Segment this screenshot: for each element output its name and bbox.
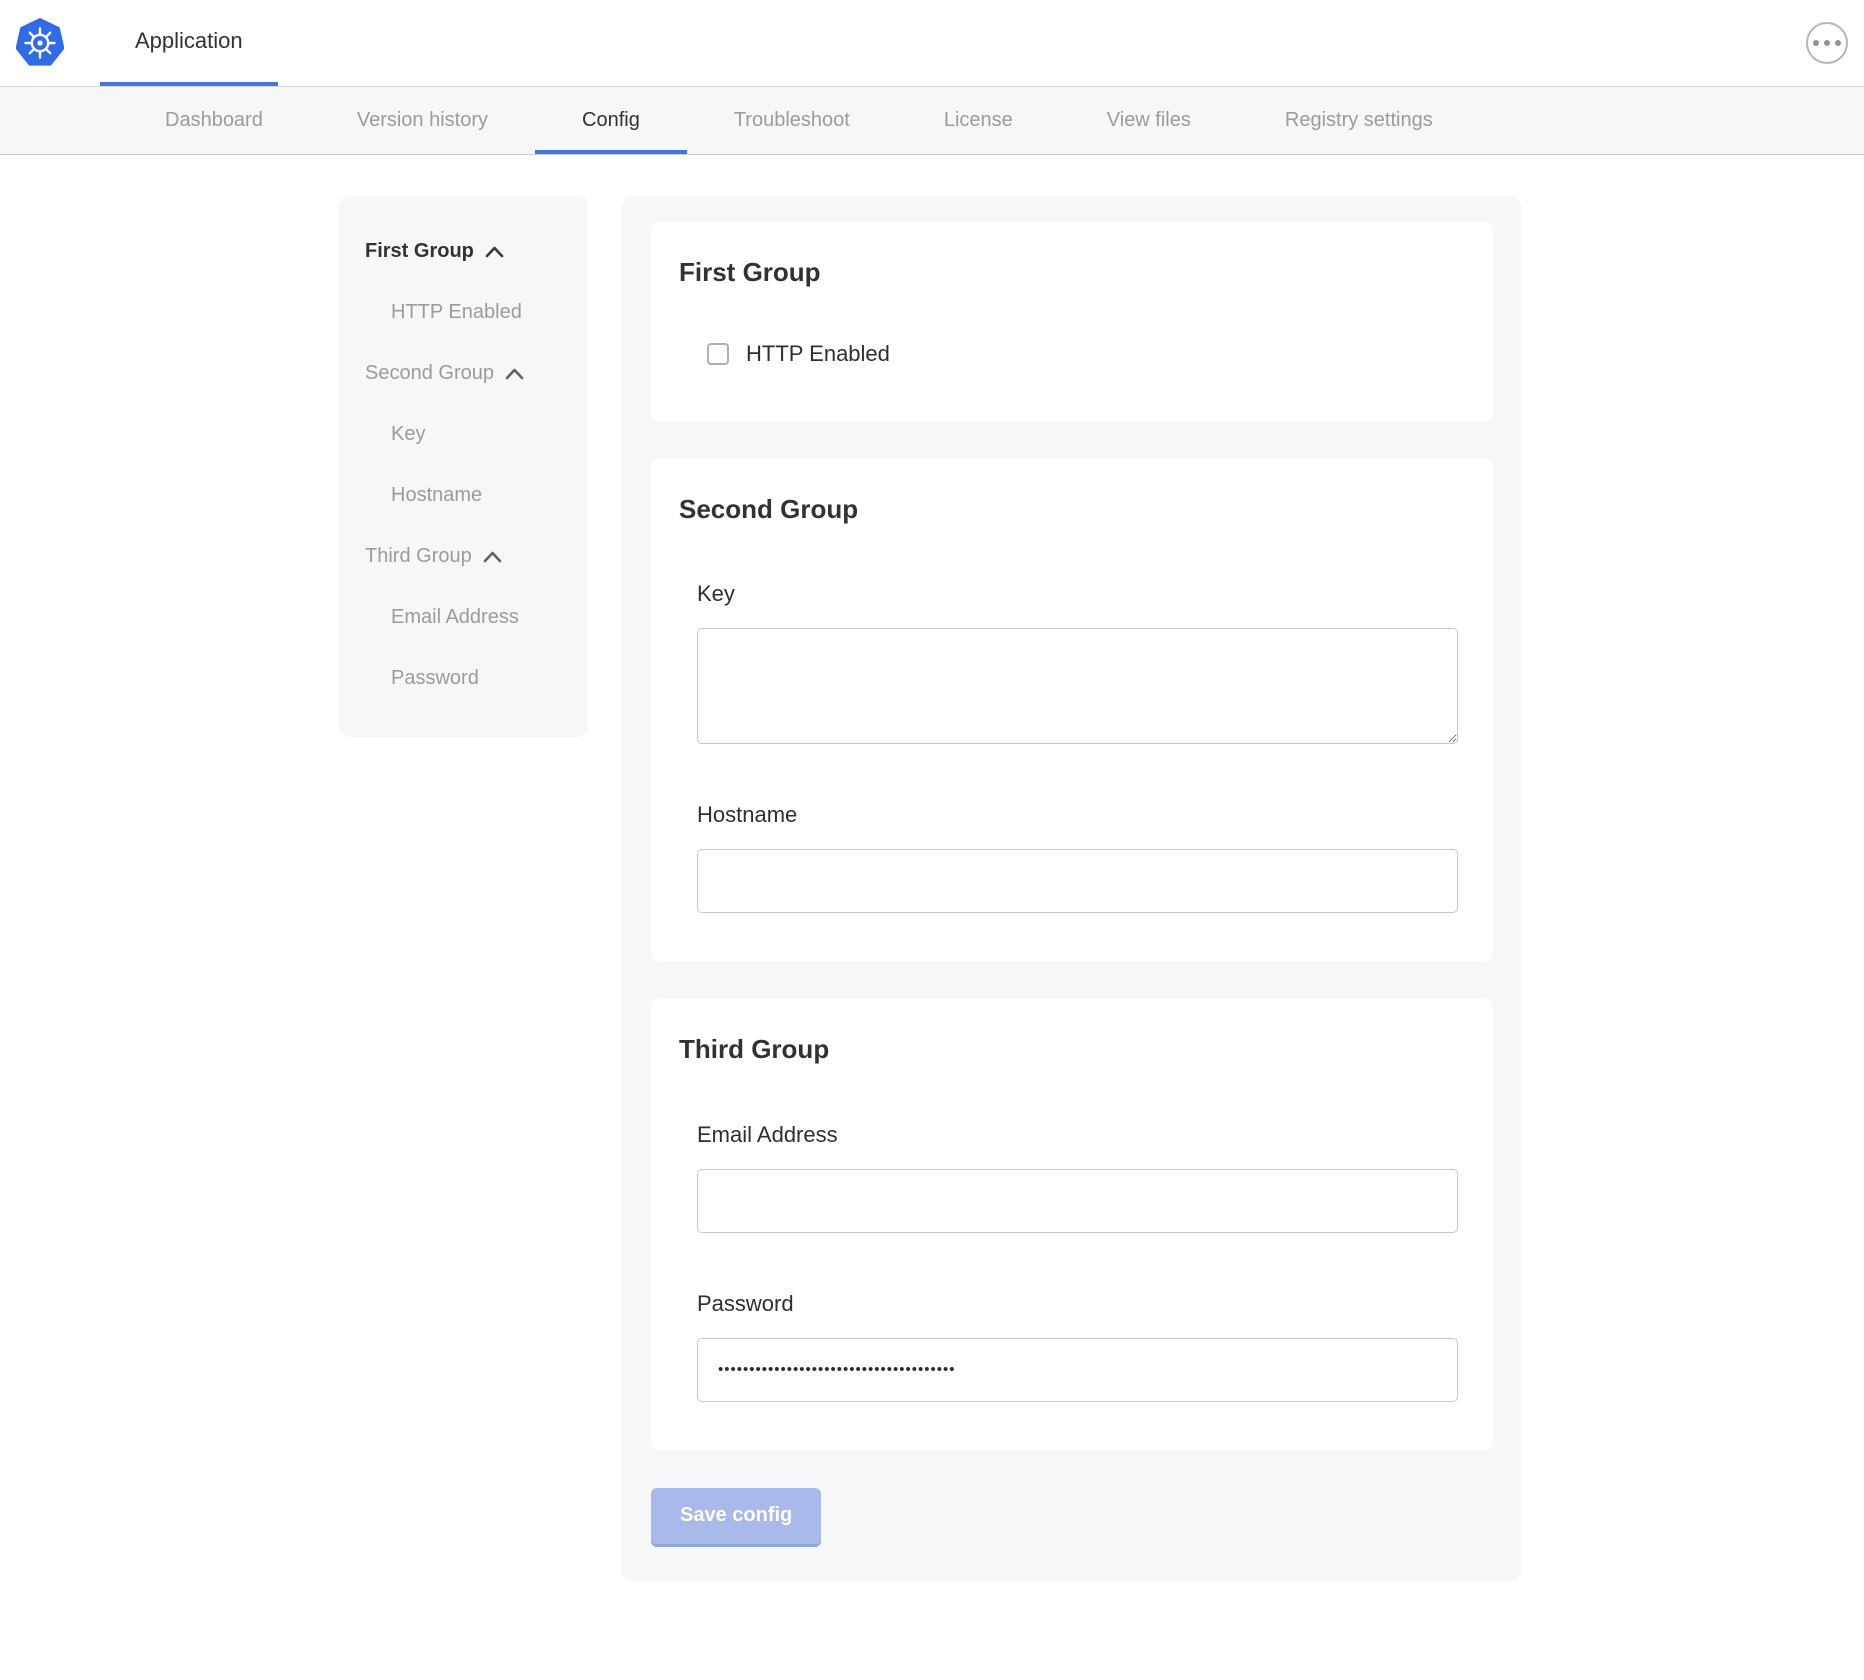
sidebar-item-password[interactable]: Password <box>365 667 570 689</box>
sidebar-group-third-group[interactable]: Third Group <box>365 545 570 567</box>
save-config-button[interactable]: Save config <box>651 1488 821 1544</box>
subnav-tab-view-files[interactable]: View files <box>1060 87 1238 154</box>
field-label: Key <box>697 581 1457 607</box>
sidebar-label: Hostname <box>391 484 482 506</box>
config-cards: First Group HTTP Enabled Second Group Key Ho… <box>651 222 1493 1450</box>
sidebar-item-hostname[interactable]: Hostname <box>365 484 570 506</box>
chevron-up-icon <box>483 551 502 563</box>
sidebar-item-email-address[interactable]: Email Address <box>365 606 570 628</box>
subnav-tab-registry-settings[interactable]: Registry settings <box>1238 87 1480 154</box>
config-group-card-first-group: First Group HTTP Enabled <box>651 222 1493 421</box>
field-label: Password <box>697 1291 1457 1317</box>
config-group-card-second-group: Second Group Key Hostname <box>651 459 1493 962</box>
tab-application[interactable]: Application <box>100 0 278 86</box>
chevron-up-icon <box>505 368 524 380</box>
field-key: Key <box>697 581 1457 744</box>
sidebar-item-http-enabled[interactable]: HTTP Enabled <box>365 301 570 323</box>
sidebar-label: First Group <box>365 240 474 262</box>
content: First Group HTTP Enabled Second Group Key Ho… <box>0 155 1864 1581</box>
tab-application-label: Application <box>135 28 243 54</box>
field-email-address: Email Address <box>697 1122 1457 1233</box>
field-hostname: Hostname <box>697 802 1457 913</box>
overflow-menu-button[interactable] <box>1806 22 1848 64</box>
group-title: Second Group <box>679 495 1457 524</box>
hostname-input[interactable] <box>697 849 1458 913</box>
subnav-tab-config[interactable]: Config <box>535 87 687 154</box>
config-area: First Group HTTP Enabled Second Group Key Ho… <box>622 196 1521 1581</box>
page: Application DashboardVersion historyConf… <box>0 0 1864 1581</box>
sidebar-label: Email Address <box>391 606 519 628</box>
email-address-input[interactable] <box>697 1169 1458 1233</box>
sidebar-label: HTTP Enabled <box>391 301 522 323</box>
sidebar-item-key[interactable]: Key <box>365 423 570 445</box>
subnav: DashboardVersion historyConfigTroublesho… <box>0 86 1864 155</box>
field-label: Email Address <box>697 1122 1457 1148</box>
sidebar-label: Third Group <box>365 545 472 567</box>
field-password: Password <box>697 1291 1457 1402</box>
group-title: Third Group <box>679 1035 1457 1064</box>
app-header: Application <box>0 0 1864 86</box>
key-textarea[interactable] <box>697 628 1458 744</box>
sidebar-label: Key <box>391 423 425 445</box>
subnav-tab-version-history[interactable]: Version history <box>310 87 535 154</box>
sidebar-label: Password <box>391 667 479 689</box>
password-input[interactable] <box>697 1338 1458 1402</box>
http-enabled-checkbox[interactable] <box>707 343 729 365</box>
ellipsis-icon <box>1813 40 1819 46</box>
sidebar-group-second-group[interactable]: Second Group <box>365 362 570 384</box>
sidebar-label: Second Group <box>365 362 494 384</box>
chevron-up-icon <box>485 246 504 258</box>
sidebar-group-first-group[interactable]: First Group <box>365 240 570 262</box>
field-label: Hostname <box>697 802 1457 828</box>
subnav-tab-troubleshoot[interactable]: Troubleshoot <box>687 87 897 154</box>
subnav-tab-dashboard[interactable]: Dashboard <box>118 87 310 154</box>
checkbox-label: HTTP Enabled <box>746 341 890 367</box>
config-sidebar: First Group HTTP Enabled Second Group Key Ho… <box>339 196 588 737</box>
group-title: First Group <box>679 258 1457 287</box>
kubernetes-logo-icon <box>16 18 64 68</box>
config-group-card-third-group: Third Group Email Address Password <box>651 999 1493 1450</box>
checkbox-field-http-enabled: HTTP Enabled <box>707 341 890 367</box>
subnav-tab-license[interactable]: License <box>897 87 1060 154</box>
